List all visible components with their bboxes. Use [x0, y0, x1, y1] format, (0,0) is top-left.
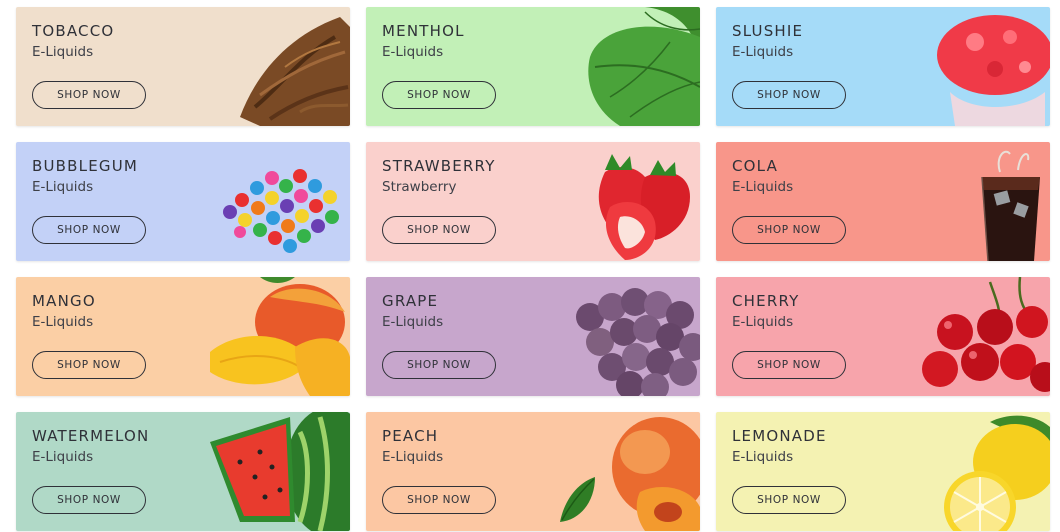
slushie-cup-icon [900, 7, 1050, 126]
card-title: MENTHOL [382, 22, 465, 40]
shop-now-button[interactable]: SHOP NOW [32, 486, 146, 514]
card-subtitle: E-Liquids [32, 449, 94, 465]
card-tobacco[interactable]: TOBACCO E-Liquids SHOP NOW [16, 7, 350, 126]
card-subtitle: E-Liquids [732, 314, 794, 330]
mint-leaf-icon [550, 7, 700, 126]
card-mango[interactable]: MANGO E-Liquids SHOP NOW [16, 277, 350, 396]
card-subtitle: E-Liquids [382, 44, 444, 60]
card-title: PEACH [382, 427, 439, 445]
card-title: BUBBLEGUM [32, 157, 139, 175]
card-subtitle: E-Liquids [32, 44, 94, 60]
card-title: COLA [732, 157, 779, 175]
flavor-grid: TOBACCO E-Liquids SHOP NOW MENTHOL E-Liq… [0, 0, 1060, 532]
watermelon-icon [200, 412, 350, 531]
card-watermelon[interactable]: WATERMELON E-Liquids SHOP NOW [16, 412, 350, 531]
card-title: LEMONADE [732, 427, 827, 445]
shop-now-button[interactable]: SHOP NOW [382, 216, 496, 244]
card-title: MANGO [32, 292, 96, 310]
shop-now-button[interactable]: SHOP NOW [732, 81, 846, 109]
mango-icon [200, 277, 350, 396]
shop-now-button[interactable]: SHOP NOW [732, 216, 846, 244]
card-subtitle: E-Liquids [32, 314, 94, 330]
shop-now-button[interactable]: SHOP NOW [732, 486, 846, 514]
cherries-icon [900, 277, 1050, 396]
card-title: WATERMELON [32, 427, 150, 445]
card-title: TOBACCO [32, 22, 115, 40]
shop-now-button[interactable]: SHOP NOW [32, 81, 146, 109]
card-title: STRAWBERRY [382, 157, 496, 175]
peach-icon [550, 412, 700, 531]
card-cherry[interactable]: CHERRY E-Liquids SHOP NOW [716, 277, 1050, 396]
grapes-icon [550, 277, 700, 396]
card-peach[interactable]: PEACH E-Liquids SHOP NOW [366, 412, 700, 531]
shop-now-button[interactable]: SHOP NOW [382, 486, 496, 514]
card-title: SLUSHIE [732, 22, 804, 40]
card-title: CHERRY [732, 292, 800, 310]
tobacco-leaves-icon [200, 7, 350, 126]
card-cola[interactable]: COLA E-Liquids SHOP NOW [716, 142, 1050, 261]
shop-now-button[interactable]: SHOP NOW [32, 351, 146, 379]
card-subtitle: Strawberry [382, 179, 457, 195]
card-lemonade[interactable]: LEMONADE E-Liquids SHOP NOW [716, 412, 1050, 531]
card-subtitle: E-Liquids [732, 449, 794, 465]
card-menthol[interactable]: MENTHOL E-Liquids SHOP NOW [366, 7, 700, 126]
shop-now-button[interactable]: SHOP NOW [32, 216, 146, 244]
card-title: GRAPE [382, 292, 439, 310]
card-subtitle: E-Liquids [382, 314, 444, 330]
lemon-icon [900, 412, 1050, 531]
card-slushie[interactable]: SLUSHIE E-Liquids SHOP NOW [716, 7, 1050, 126]
card-bubblegum[interactable]: BUBBLEGUM E-Liquids SHOP NOW [16, 142, 350, 261]
card-subtitle: E-Liquids [32, 179, 94, 195]
strawberries-icon [550, 142, 700, 261]
card-subtitle: E-Liquids [732, 44, 794, 60]
cola-glass-icon [900, 142, 1050, 261]
card-strawberry[interactable]: STRAWBERRY Strawberry SHOP NOW [366, 142, 700, 261]
shop-now-button[interactable]: SHOP NOW [732, 351, 846, 379]
card-subtitle: E-Liquids [382, 449, 444, 465]
gumballs-icon [200, 142, 350, 261]
shop-now-button[interactable]: SHOP NOW [382, 351, 496, 379]
card-subtitle: E-Liquids [732, 179, 794, 195]
shop-now-button[interactable]: SHOP NOW [382, 81, 496, 109]
card-grape[interactable]: GRAPE E-Liquids SHOP NOW [366, 277, 700, 396]
